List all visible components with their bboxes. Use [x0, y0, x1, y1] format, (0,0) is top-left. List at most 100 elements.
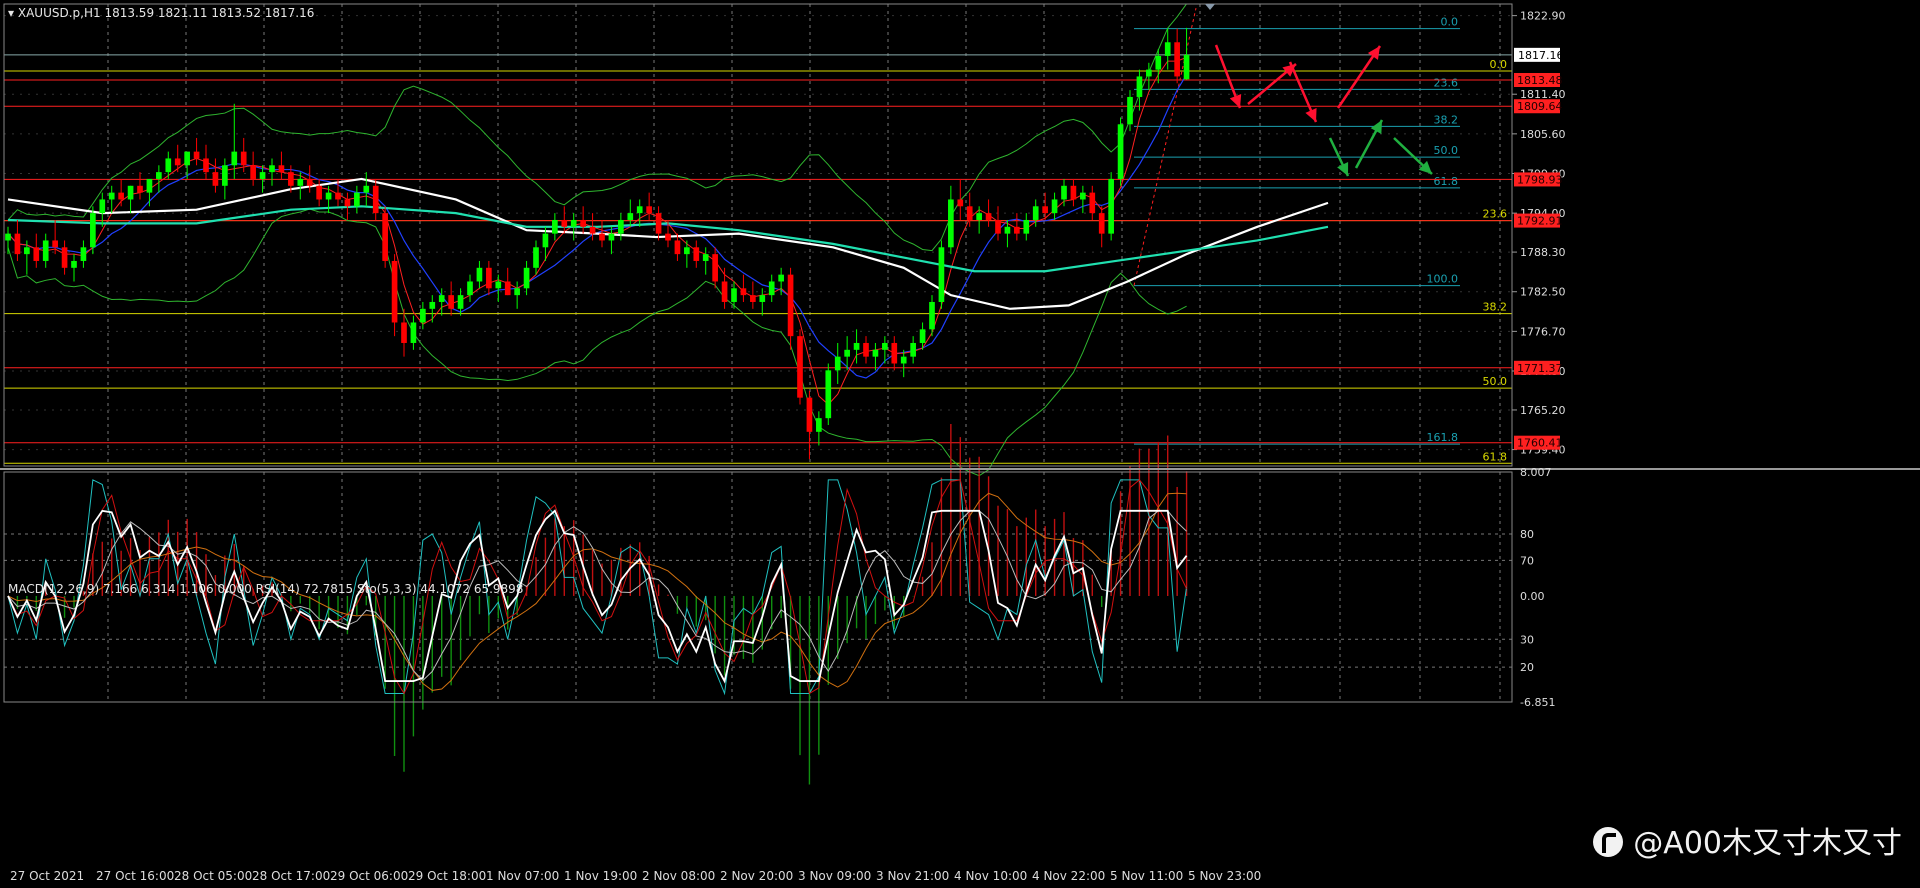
- candle-body: [834, 356, 841, 371]
- fib-small-label: 100.0: [1427, 273, 1459, 286]
- x-axis-label: 2 Nov 20:00: [720, 869, 793, 883]
- candle-body: [759, 295, 766, 302]
- candle-body: [80, 247, 87, 261]
- candle-body: [740, 288, 747, 296]
- candle-body: [212, 172, 219, 186]
- fib-small-label: 23.6: [1434, 76, 1459, 89]
- candle-body: [118, 192, 124, 200]
- candle-body: [900, 356, 907, 364]
- candle-body: [589, 226, 596, 234]
- candle-body: [429, 301, 436, 309]
- candle-body: [1108, 178, 1114, 234]
- candle-body: [448, 295, 454, 309]
- candle-body: [184, 151, 190, 166]
- candle-body: [174, 158, 181, 166]
- candle-body: [1155, 55, 1162, 70]
- candle-body: [108, 192, 115, 200]
- candle-body: [636, 206, 643, 214]
- fib-main-label: 38.2: [1483, 301, 1508, 314]
- candle-body: [552, 219, 558, 234]
- fib-small-label: 38.2: [1434, 113, 1459, 126]
- candle-body: [231, 151, 238, 166]
- candle-body: [1023, 219, 1030, 234]
- candle-body: [5, 233, 11, 241]
- candle-body: [985, 213, 992, 220]
- candle-body: [948, 199, 954, 248]
- bollinger-bands: [7, 3, 1187, 477]
- candle-body: [240, 151, 247, 166]
- candle-body: [203, 158, 209, 173]
- chart-header: ▾ XAUUSD.p,H1 1813.59 1821.11 1813.52 18…: [8, 6, 314, 20]
- candle-body: [269, 165, 275, 173]
- watermark: @A00木又寸木又寸: [1593, 818, 1902, 862]
- gridlines: [4, 4, 1512, 702]
- candle-body: [193, 151, 200, 159]
- candle-body: [42, 240, 49, 261]
- candle-body: [137, 185, 143, 193]
- x-axis-label: 27 Oct 16:00: [96, 869, 174, 883]
- osc-axis-label: -6.851: [1520, 696, 1555, 709]
- candle-body: [618, 219, 624, 234]
- watermark-text: @A00木又寸木又寸: [1633, 826, 1902, 861]
- candle-body: [523, 267, 530, 289]
- candle-body: [863, 342, 869, 357]
- candle-body: [335, 192, 341, 200]
- candle-body: [599, 233, 605, 241]
- candle-body: [467, 281, 473, 296]
- candle-body: [806, 397, 813, 432]
- candle-body: [929, 301, 935, 330]
- candle-body: [306, 178, 313, 186]
- fib-small-label: 0.0: [1441, 16, 1459, 29]
- candle-body: [401, 322, 407, 343]
- price-level-label: 1792.91: [1517, 215, 1563, 228]
- chart-canvas: 0.0 23.6 38.2 50.0 61.8 0.0 23.6 38.2 50.0 61.8 10…: [0, 3, 1920, 883]
- y-axis-label: 1822.90: [1520, 10, 1566, 23]
- candle-body: [1061, 185, 1067, 200]
- candle-body: [476, 267, 483, 282]
- symbol-label: XAUUSD.p,H1: [17, 6, 101, 20]
- candle-body: [344, 199, 351, 207]
- candle-body: [674, 240, 681, 255]
- candle-body: [844, 349, 850, 357]
- candle-body: [1042, 206, 1048, 214]
- candle-body: [919, 329, 926, 343]
- candle-body: [363, 185, 370, 193]
- x-axis-label: 3 Nov 21:00: [876, 869, 949, 883]
- collapse-icon[interactable]: ▾: [8, 6, 14, 20]
- candle-body: [1070, 185, 1077, 200]
- candle-body: [514, 288, 520, 296]
- candle-body: [853, 342, 860, 350]
- candle-body: [1004, 226, 1011, 234]
- x-axis-label: 1 Nov 07:00: [486, 869, 559, 883]
- candle-body: [316, 185, 322, 200]
- candle-body: [561, 219, 568, 227]
- candle-body: [665, 233, 671, 241]
- candle-body: [1014, 226, 1020, 234]
- candle-body: [1127, 96, 1133, 125]
- candle-body: [61, 247, 68, 268]
- candle-body: [768, 281, 775, 296]
- price-level-label: 1809.64: [1517, 100, 1563, 113]
- candle-body: [731, 288, 737, 302]
- fib-small-label: 50.0: [1434, 144, 1459, 157]
- fib-small-label: 61.8: [1434, 175, 1459, 188]
- fib-main-label: 50.0: [1483, 375, 1508, 388]
- fib-main-label: 23.6: [1483, 208, 1508, 221]
- candle-body: [90, 213, 96, 248]
- y-axis-label: 1788.30: [1520, 246, 1566, 259]
- x-axis-label: 27 Oct 2021: [10, 869, 84, 883]
- osc-axis-label: 8.007: [1520, 466, 1552, 479]
- fib-main-label: 0.0: [1490, 58, 1508, 71]
- candle-body: [1032, 206, 1039, 220]
- candle-body: [33, 247, 40, 261]
- ohlc-readout: 1813.59 1821.11 1813.52 1817.16: [104, 6, 315, 20]
- x-axis-label: 2 Nov 08:00: [642, 869, 715, 883]
- candle-body: [222, 165, 228, 186]
- candle-body: [495, 281, 502, 289]
- candle-body: [976, 213, 982, 220]
- y-axis-label: 1805.60: [1520, 128, 1566, 141]
- candle-body: [410, 322, 417, 343]
- candle-body: [580, 219, 586, 227]
- candle-body: [957, 199, 964, 207]
- candle-body: [354, 192, 360, 207]
